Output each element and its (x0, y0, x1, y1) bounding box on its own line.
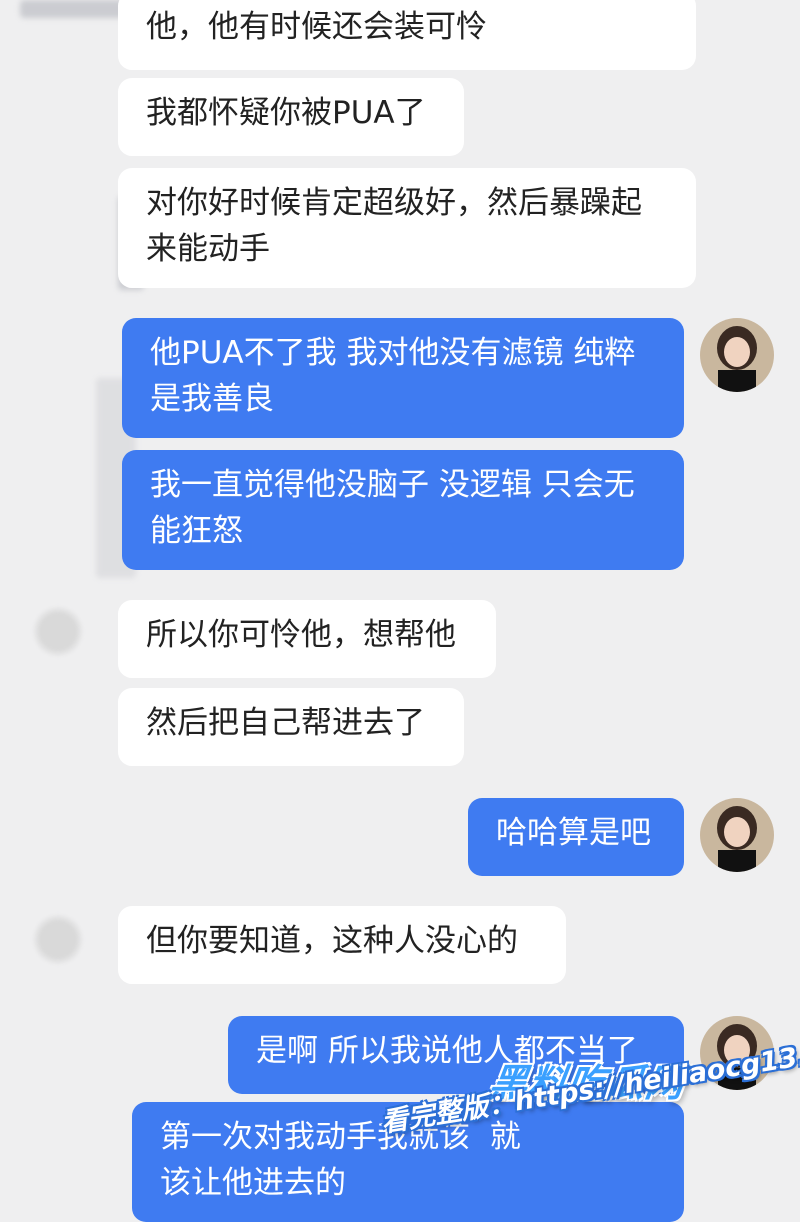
contact-avatar[interactable] (30, 908, 100, 978)
message-bubble-incoming[interactable]: 但你要知道，这种人没心的 (118, 906, 566, 984)
message-bubble-incoming[interactable]: 他，他有时候还会装可怜 (118, 0, 696, 70)
message-bubble-incoming[interactable]: 对你好时候肯定超级好，然后暴躁起 来能动手 (118, 168, 696, 288)
message-bubble-outgoing[interactable]: 哈哈算是吧 (468, 798, 684, 876)
user-avatar[interactable] (700, 318, 774, 392)
message-bubble-incoming[interactable]: 所以你可怜他，想帮他 (118, 600, 496, 678)
user-avatar[interactable] (700, 798, 774, 872)
contact-avatar[interactable] (30, 600, 100, 670)
message-bubble-incoming[interactable]: 然后把自己帮进去了 (118, 688, 464, 766)
message-bubble-outgoing[interactable]: 我一直觉得他没脑子 没逻辑 只会无 能狂怒 (122, 450, 684, 570)
message-bubble-incoming[interactable]: 我都怀疑你被PUA了 (118, 78, 464, 156)
message-bubble-outgoing[interactable]: 他PUA不了我 我对他没有滤镜 纯粹 是我善良 (122, 318, 684, 438)
redaction-scribble (20, 0, 130, 18)
